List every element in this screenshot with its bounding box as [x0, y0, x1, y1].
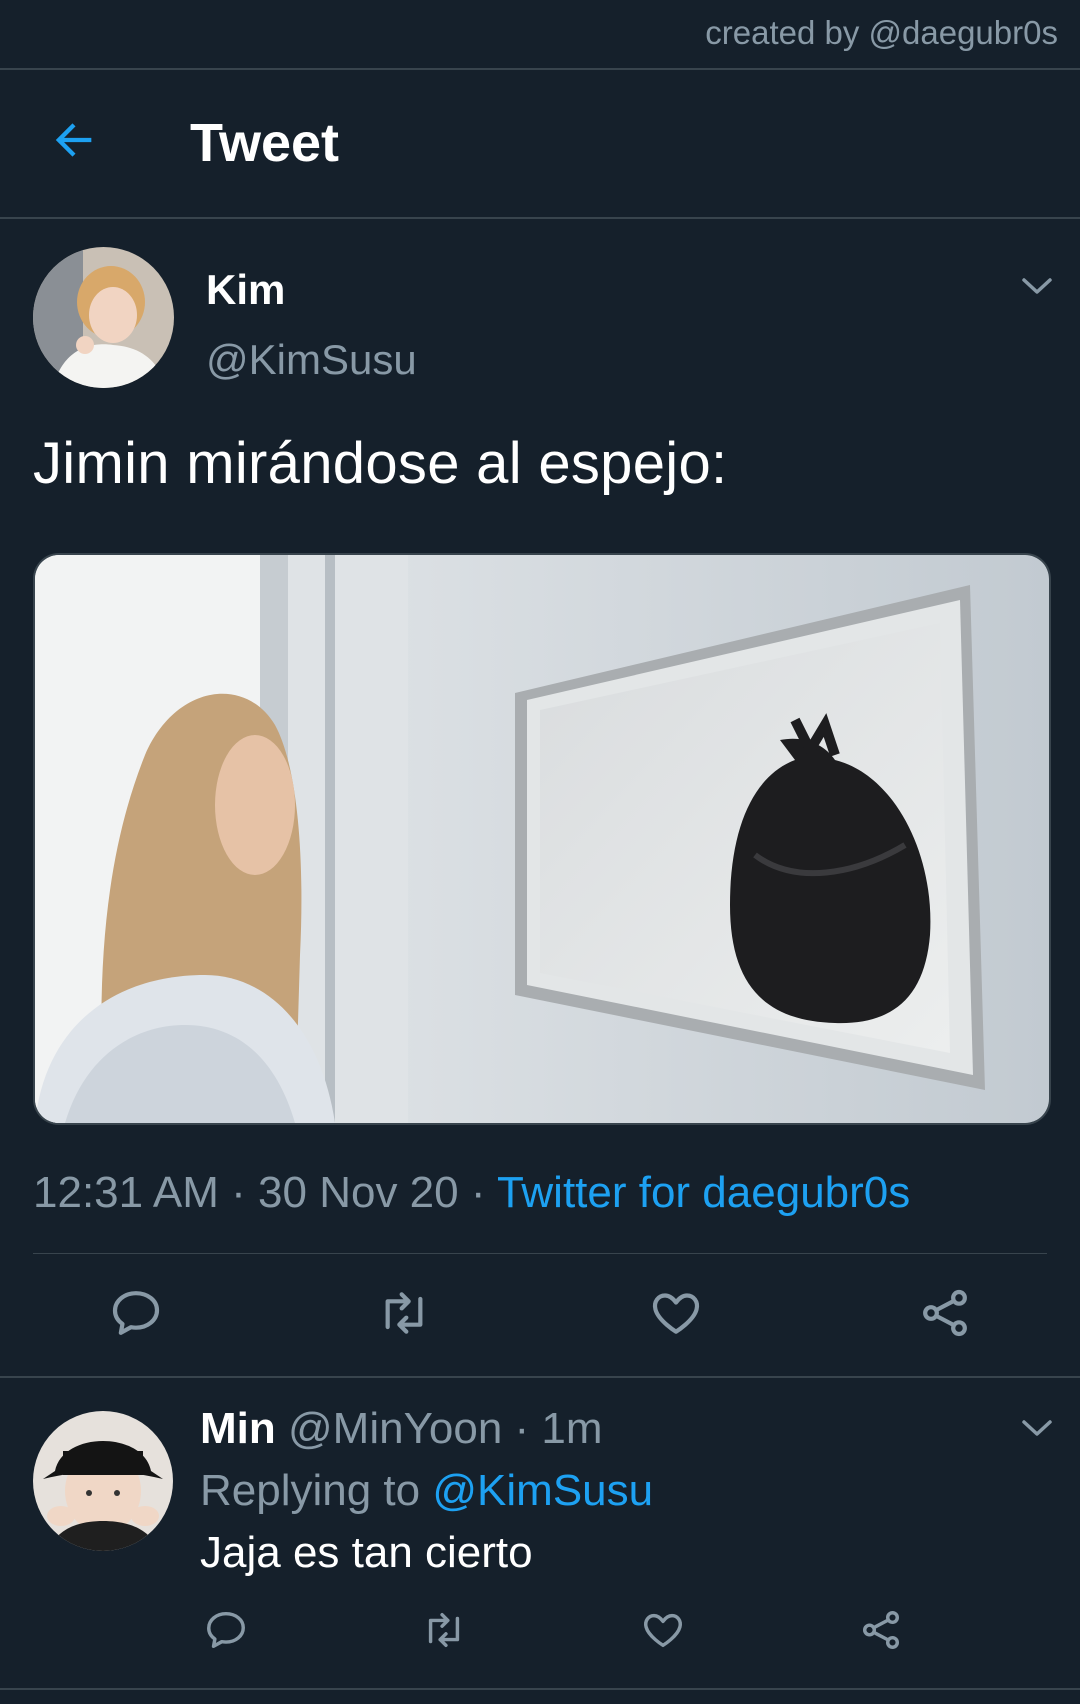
meta-separator: · [470, 1168, 486, 1217]
back-arrow-icon[interactable] [48, 114, 100, 166]
share-icon[interactable] [858, 1607, 904, 1653]
tweet-time: 12:31 AM [33, 1168, 219, 1217]
reply-avatar[interactable] [33, 1411, 173, 1551]
meta-divider [33, 1253, 1047, 1254]
reply-author-handle[interactable]: @MinYoon [288, 1404, 502, 1453]
replying-to-line: Replying to @KimSusu [200, 1466, 653, 1516]
watermark-text: created by @daegubr0s [705, 14, 1058, 51]
reply-icon[interactable] [203, 1607, 249, 1653]
author-handle[interactable]: @KimSusu [206, 336, 417, 384]
share-icon[interactable] [917, 1285, 973, 1341]
reply-age: 1m [541, 1404, 603, 1453]
author-avatar[interactable] [33, 247, 174, 388]
author-name[interactable]: Kim [206, 266, 285, 314]
tweet-image[interactable] [33, 553, 1051, 1125]
reply-actions [0, 1607, 1080, 1657]
replying-to-link[interactable]: @KimSusu [432, 1466, 653, 1515]
reply-separator: · [514, 1404, 530, 1453]
tweet-actions [0, 1285, 1080, 1345]
chevron-down-icon[interactable] [1020, 1417, 1054, 1439]
reply-author-name[interactable]: Min [200, 1404, 276, 1453]
tweet-text: Jimin mirándose al espejo: [33, 431, 728, 496]
reply-header: Min @MinYoon · 1m [200, 1404, 603, 1454]
chevron-down-icon[interactable] [1020, 275, 1054, 297]
header-divider [0, 217, 1080, 219]
tweet-meta: 12:31 AM · 30 Nov 20 · Twitter for daegu… [33, 1168, 910, 1218]
app-header: Tweet [0, 70, 1080, 218]
reply-text: Jaja es tan cierto [200, 1528, 533, 1577]
meta-separator: · [231, 1168, 246, 1217]
tweet-date: 30 Nov 20 [258, 1168, 459, 1217]
tweet-divider [0, 1376, 1080, 1378]
like-icon[interactable] [640, 1607, 686, 1653]
replying-to-prefix: Replying to [200, 1466, 421, 1515]
retweet-icon[interactable] [374, 1285, 434, 1341]
page-title: Tweet [190, 113, 340, 173]
tweet-source-link[interactable]: Twitter for daegubr0s [497, 1168, 910, 1217]
reply-divider [0, 1688, 1080, 1690]
retweet-icon[interactable] [420, 1607, 468, 1653]
like-icon[interactable] [648, 1285, 704, 1341]
reply-icon[interactable] [108, 1285, 164, 1341]
